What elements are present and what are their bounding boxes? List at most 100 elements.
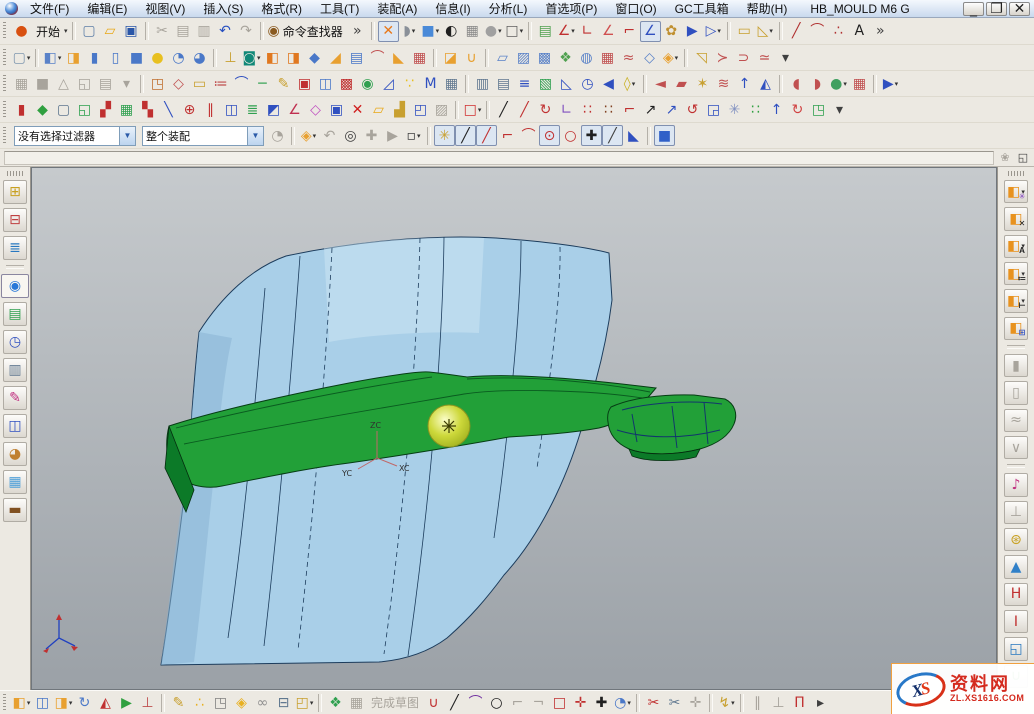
dimension-pins[interactable]: Π	[789, 693, 810, 713]
toolbar-grip[interactable]	[3, 22, 8, 40]
wcs-dynamics[interactable]: ∠▾	[556, 21, 577, 42]
drag-arrow-blue[interactable]: ↗	[661, 99, 682, 120]
expression-function[interactable]: ▩	[336, 73, 357, 94]
menu-edit[interactable]: 编辑(E)	[78, 1, 136, 17]
sketch-arc[interactable]: ⌒	[465, 693, 486, 713]
associative-line[interactable]: ╱	[514, 99, 535, 120]
boss[interactable]: ◙▾	[241, 47, 262, 68]
highlight-lines[interactable]: ◗	[807, 73, 828, 94]
selection-filter[interactable]: 没有选择过滤器▼	[14, 126, 136, 146]
deviation-gauge[interactable]: ◇	[168, 73, 189, 94]
pattern-feature[interactable]: ▦	[409, 47, 430, 68]
layer-category[interactable]: ≣	[242, 99, 263, 120]
blue-line[interactable]: ╲	[158, 99, 179, 120]
annotation-box[interactable]: ▣	[294, 73, 315, 94]
face-analysis-comb[interactable]: ↑	[734, 73, 755, 94]
toolbar-grip[interactable]	[3, 49, 8, 67]
mw-rename-tool[interactable]: ◧A▾	[1004, 235, 1028, 258]
roles-tab[interactable]: ◕	[3, 442, 27, 466]
mw-locating-ring[interactable]: ⊛	[1004, 528, 1028, 551]
face-analysis-draft[interactable]: ◄	[650, 73, 671, 94]
menu-analysis[interactable]: 分析(L)	[480, 1, 537, 17]
more-tools-arrow[interactable]: ▸	[810, 693, 831, 713]
reflection-analysis[interactable]: ◖	[786, 73, 807, 94]
isometric-view[interactable]: ■▾	[420, 21, 441, 42]
link-rings[interactable]: ∞	[252, 693, 273, 713]
menu-help[interactable]: 帮助(H)	[738, 1, 797, 17]
toolbar-grip[interactable]	[3, 75, 8, 93]
render-style[interactable]: ◐	[441, 21, 462, 42]
mw-sprue-note[interactable]: ♪	[1004, 473, 1028, 496]
perpendicular-tool[interactable]: ⊥	[137, 693, 158, 713]
sketch-point[interactable]: ✚	[591, 693, 612, 713]
point-list[interactable]: ≔	[210, 73, 231, 94]
rotate-component[interactable]: ↻	[74, 693, 95, 713]
mirror-assembly[interactable]: ◭	[95, 693, 116, 713]
color-palette-stack[interactable]: ▧	[535, 73, 556, 94]
subtract[interactable]: ◨	[283, 47, 304, 68]
snap-intersection[interactable]: ⌒	[518, 125, 539, 146]
restore-button[interactable]: ❐	[986, 2, 1007, 16]
unite[interactable]: ◧	[262, 47, 283, 68]
process-studio-tab[interactable]: ◫	[3, 414, 27, 438]
internet-explorer-tab[interactable]: ◉	[1, 274, 29, 298]
information-table[interactable]: ▥	[472, 73, 493, 94]
assembly-pair[interactable]: ◫	[32, 693, 53, 713]
snap-endpoint[interactable]: ╱	[455, 125, 476, 146]
toolbar-grip[interactable]	[3, 694, 8, 712]
interpart-link[interactable]: ◳	[210, 693, 231, 713]
wcs-origin[interactable]: ∟	[577, 21, 598, 42]
thicken[interactable]: ≻	[712, 47, 733, 68]
scene-tab[interactable]: ▦	[3, 470, 27, 494]
cylinder[interactable]: ▯	[105, 47, 126, 68]
constraint-navigator-tab[interactable]: ⊟	[3, 208, 27, 232]
parallel-lines[interactable]: ∥	[200, 99, 221, 120]
immediate-hide[interactable]: ▷▾	[703, 21, 724, 42]
mw-delete-tool[interactable]: ◧✕	[1004, 207, 1028, 230]
snap-existing-point[interactable]: ✚	[581, 125, 602, 146]
solid-body-filter[interactable]: ■	[654, 125, 675, 146]
rotate-about-axis[interactable]: ↺	[682, 99, 703, 120]
measure-angle[interactable]: ◺▾	[755, 21, 776, 42]
grid-analysis[interactable]: ▦	[849, 73, 870, 94]
wave-geometry-linker[interactable]: ◆	[32, 99, 53, 120]
history-tab[interactable]: ◷	[3, 330, 27, 354]
shaded-analysis[interactable]: ●▾	[828, 73, 849, 94]
minimum-radius[interactable]: ∵	[399, 73, 420, 94]
save-file[interactable]: ▣	[121, 21, 142, 42]
wcs-orient[interactable]: ⌐	[619, 21, 640, 42]
restore-orientation[interactable]: ▦	[462, 21, 483, 42]
view-background[interactable]: □▾	[504, 21, 525, 42]
playback[interactable]: ◀	[598, 73, 619, 94]
csys-display[interactable]: ∠	[640, 21, 661, 42]
datum-csys-square[interactable]: ◩	[263, 99, 284, 120]
delete-object[interactable]: ✕	[347, 99, 368, 120]
mw-list-tool[interactable]: ◧≔▾	[1004, 262, 1028, 285]
sphere[interactable]: ●	[147, 47, 168, 68]
snowflake-pattern[interactable]: ✳	[724, 99, 745, 120]
sheet-bend-analysis[interactable]: ◫	[315, 73, 336, 94]
angle-analysis[interactable]: ◿	[378, 73, 399, 94]
command-finder[interactable]: ◉命令查找器	[267, 21, 347, 42]
selection-scope[interactable]: 整个装配▼	[142, 126, 264, 146]
mw-insert-pocket[interactable]: ◱	[1004, 637, 1028, 660]
start-button[interactable]: 开始▾	[32, 21, 69, 42]
selection-ball[interactable]	[428, 405, 470, 447]
snap-control-point[interactable]: ⌐	[497, 125, 518, 146]
extrude[interactable]: ◨	[63, 47, 84, 68]
undo[interactable]: ↶	[215, 21, 236, 42]
menu-window[interactable]: 窗口(O)	[606, 1, 665, 17]
displayed-part[interactable]: ▢	[53, 99, 74, 120]
overflow-row2[interactable]: ▾	[775, 47, 796, 68]
snap-point[interactable]: ✳	[434, 125, 455, 146]
snap-arc-center[interactable]: ⊙	[539, 125, 560, 146]
edge-blend[interactable]: ⌒	[367, 47, 388, 68]
mw-sprue-bushing[interactable]: ▲	[1004, 555, 1028, 578]
arrangement-stack[interactable]: ◰▾	[294, 693, 315, 713]
check-mate[interactable]: ▣	[326, 99, 347, 120]
menu-file[interactable]: 文件(F)	[21, 1, 78, 17]
mw-dimension-tool[interactable]: ◧⊢▾	[1004, 289, 1028, 312]
menu-preferences[interactable]: 首选项(P)	[536, 1, 606, 17]
calculator[interactable]: ▦	[441, 73, 462, 94]
display-mode[interactable]: ◗▾	[399, 21, 420, 42]
